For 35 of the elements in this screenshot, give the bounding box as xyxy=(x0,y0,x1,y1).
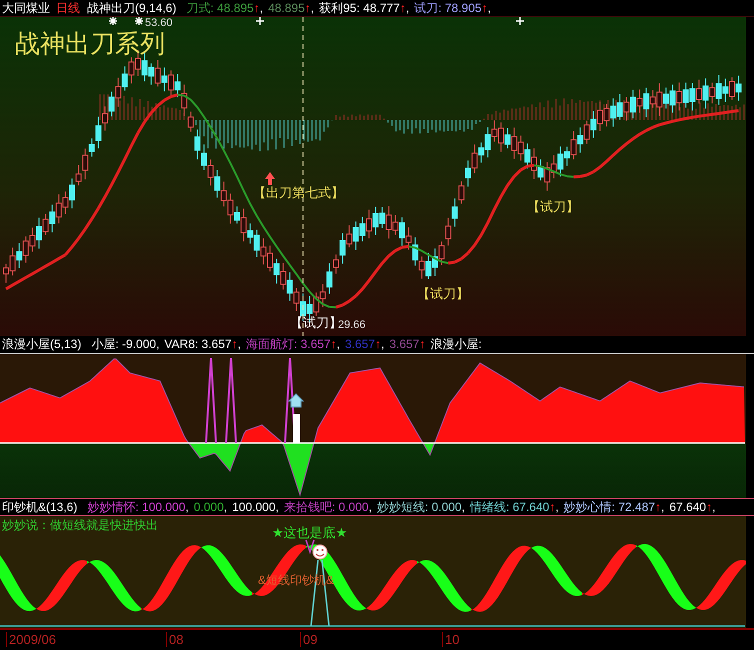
indicator-value: 妙妙短线: 0.000, xyxy=(376,500,465,514)
indicator-value: 67.640↑, xyxy=(669,500,716,514)
indicator-name: 印钞机&(13,6) xyxy=(2,500,78,514)
indicator-value: 来拾钱吧: 0.000, xyxy=(284,500,372,514)
signal-label: 【试刀】 xyxy=(417,285,469,303)
indicator-name: 战神出刀(9,14,6) xyxy=(87,2,176,14)
indicator-value: 100.000, xyxy=(232,500,279,514)
axis-label: 08 xyxy=(166,632,184,647)
indicator-value: 试刀: 78.905↑, xyxy=(414,2,491,14)
price-label: 53.60 xyxy=(145,17,173,29)
chart-title: 战神出刀系列 xyxy=(15,29,165,60)
indicator-value: 浪漫小屋: xyxy=(430,338,482,351)
indicator-value: 获利95: 48.777↑, xyxy=(319,2,410,14)
indicator-value: 海面航灯: 3.657↑, xyxy=(246,338,340,351)
indicator-value: 妙妙心情: 72.487↑, xyxy=(564,500,664,514)
indicator-name: 浪漫小屋(5,13) xyxy=(2,338,82,351)
axis-label: 2009/06 xyxy=(6,632,56,647)
indicator-value: 妙妙情怀: 100.000, xyxy=(87,500,189,514)
indicator-value: 3.657↑, xyxy=(344,338,384,351)
signal-label: 【试刀】 xyxy=(527,198,579,216)
indicator-value: 0.000, xyxy=(194,500,228,514)
indicator-value: 48.895↑, xyxy=(268,2,314,14)
stock-name: 大同煤业 xyxy=(2,2,50,14)
axis-label: 09 xyxy=(300,632,318,647)
indicator-value: VAR8: 3.657↑, xyxy=(164,338,241,351)
signal-label: 【出刀第七式】 xyxy=(253,184,344,202)
indicator-value: 情绪线: 67.640↑, xyxy=(470,500,559,514)
axis-label: 10 xyxy=(442,632,460,647)
indicator-value: 3.657↑ xyxy=(389,338,426,351)
indicator-value: 刀式: 48.895↑, xyxy=(186,2,264,14)
chart-note: 妙妙说：做短线就是快进快出 xyxy=(2,517,158,534)
signal-label: ★这也是底★ xyxy=(272,524,348,542)
period-label: 日线 xyxy=(56,2,80,14)
price-label: 29.66 xyxy=(338,319,366,331)
indicator-value: 小屋: -9.000, xyxy=(91,338,160,351)
